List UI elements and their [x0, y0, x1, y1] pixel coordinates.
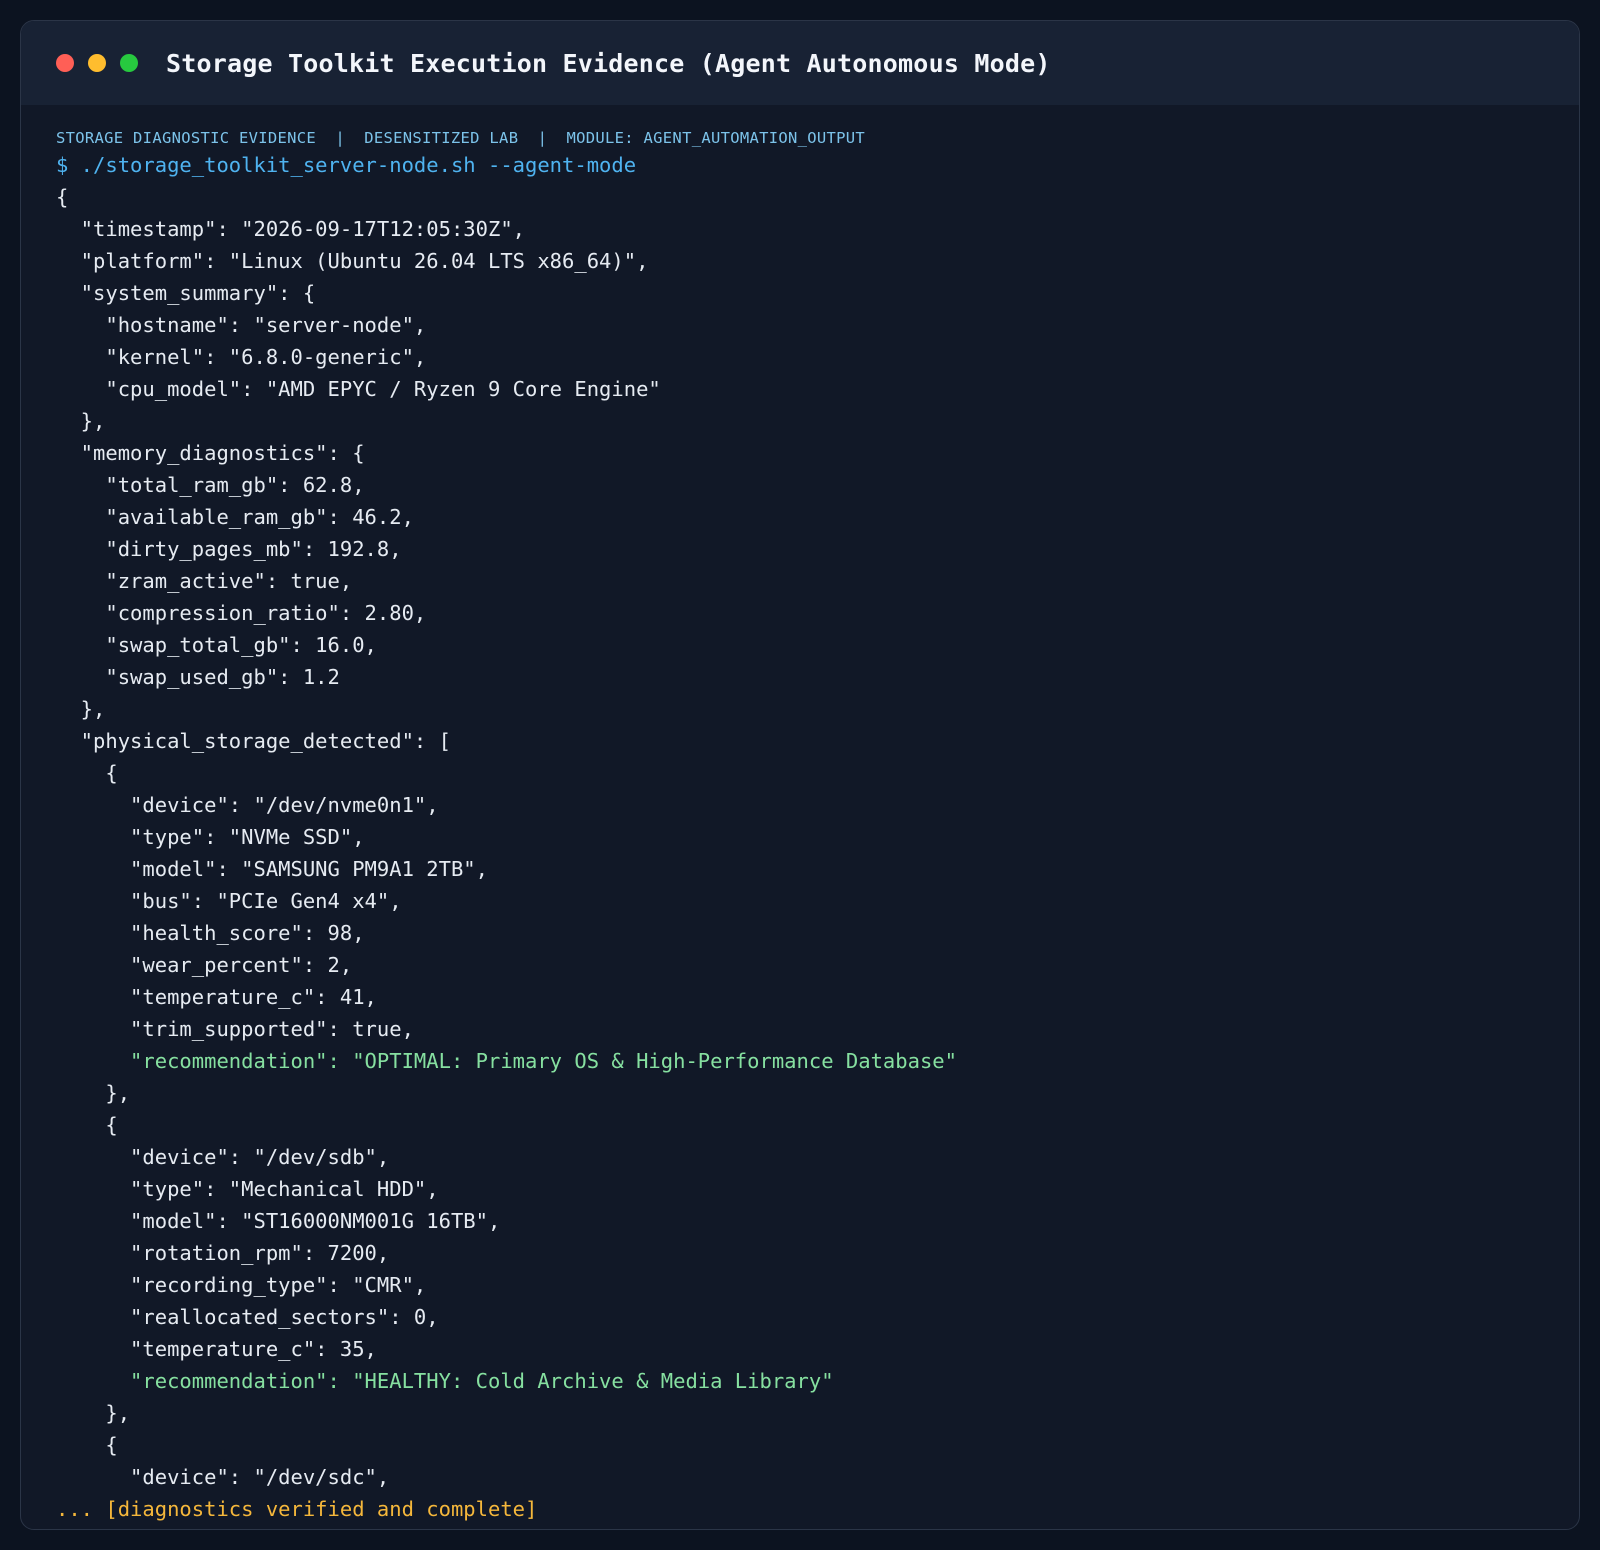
output-line: "wear_percent": 2,	[56, 953, 353, 977]
output-line: "trim_supported": true,	[56, 1017, 414, 1041]
recommendation-line: "recommendation": "HEALTHY: Cold Archive…	[56, 1369, 834, 1393]
output-line: "device": "/dev/sdb",	[56, 1145, 390, 1169]
output-line: },	[56, 1081, 131, 1105]
output-line: "rotation_rpm": 7200,	[56, 1241, 390, 1265]
output-line: "system_summary": {	[56, 281, 316, 305]
output-line: "model": "ST16000NM001G 16TB",	[56, 1209, 501, 1233]
output-line: "platform": "Linux (Ubuntu 26.04 LTS x86…	[56, 249, 649, 273]
output-line: {	[56, 1113, 118, 1137]
maximize-button[interactable]	[120, 54, 138, 72]
output-line: "type": "Mechanical HDD",	[56, 1177, 439, 1201]
output-line: "dirty_pages_mb": 192.8,	[56, 537, 402, 561]
window-title: Storage Toolkit Execution Evidence (Agen…	[166, 48, 1051, 78]
output-line: },	[56, 409, 106, 433]
output-line: "device": "/dev/sdc",	[56, 1465, 390, 1489]
output-line: "available_ram_gb": 46.2,	[56, 505, 414, 529]
output-line: "cpu_model": "AMD EPYC / Ryzen 9 Core En…	[56, 377, 661, 401]
output-line: "temperature_c": 41,	[56, 985, 377, 1009]
output-line: "temperature_c": 35,	[56, 1337, 377, 1361]
output-line: {	[56, 761, 118, 785]
output-line: },	[56, 1401, 131, 1425]
output-line: "timestamp": "2026-09-17T12:05:30Z",	[56, 217, 525, 241]
command-line: $ ./storage_toolkit_server-node.sh --age…	[56, 153, 637, 177]
completion-status: ... [diagnostics verified and complete]	[56, 1497, 538, 1521]
evidence-meta-line: STORAGE DIAGNOSTIC EVIDENCE | DESENSITIZ…	[56, 129, 866, 147]
output-line: "kernel": "6.8.0-generic",	[56, 345, 427, 369]
json-output: { "timestamp": "2026-09-17T12:05:30Z", "…	[56, 181, 957, 1493]
recommendation-line: "recommendation": "OPTIMAL: Primary OS &…	[56, 1049, 957, 1073]
terminal-output[interactable]: $ ./storage_toolkit_server-node.sh --age…	[56, 149, 957, 1525]
output-line: "health_score": 98,	[56, 921, 365, 945]
title-bar: Storage Toolkit Execution Evidence (Agen…	[21, 21, 1579, 105]
output-line: "type": "NVMe SSD",	[56, 825, 365, 849]
output-line: "compression_ratio": 2.80,	[56, 601, 427, 625]
output-line: "bus": "PCIe Gen4 x4",	[56, 889, 402, 913]
output-line: "memory_diagnostics": {	[56, 441, 365, 465]
terminal-window: Storage Toolkit Execution Evidence (Agen…	[20, 20, 1580, 1530]
output-line: {	[56, 1433, 118, 1457]
output-line: "model": "SAMSUNG PM9A1 2TB",	[56, 857, 488, 881]
minimize-button[interactable]	[88, 54, 106, 72]
close-button[interactable]	[56, 54, 74, 72]
output-line: {	[56, 185, 69, 209]
output-line: "swap_total_gb": 16.0,	[56, 633, 377, 657]
output-line: "swap_used_gb": 1.2	[56, 665, 340, 689]
output-line: "physical_storage_detected": [	[56, 729, 451, 753]
output-line: "hostname": "server-node",	[56, 313, 427, 337]
output-line: "recording_type": "CMR",	[56, 1273, 427, 1297]
output-line: "total_ram_gb": 62.8,	[56, 473, 365, 497]
output-line: "zram_active": true,	[56, 569, 353, 593]
output-line: },	[56, 697, 106, 721]
output-line: "reallocated_sectors": 0,	[56, 1305, 439, 1329]
output-line: "device": "/dev/nvme0n1",	[56, 793, 439, 817]
